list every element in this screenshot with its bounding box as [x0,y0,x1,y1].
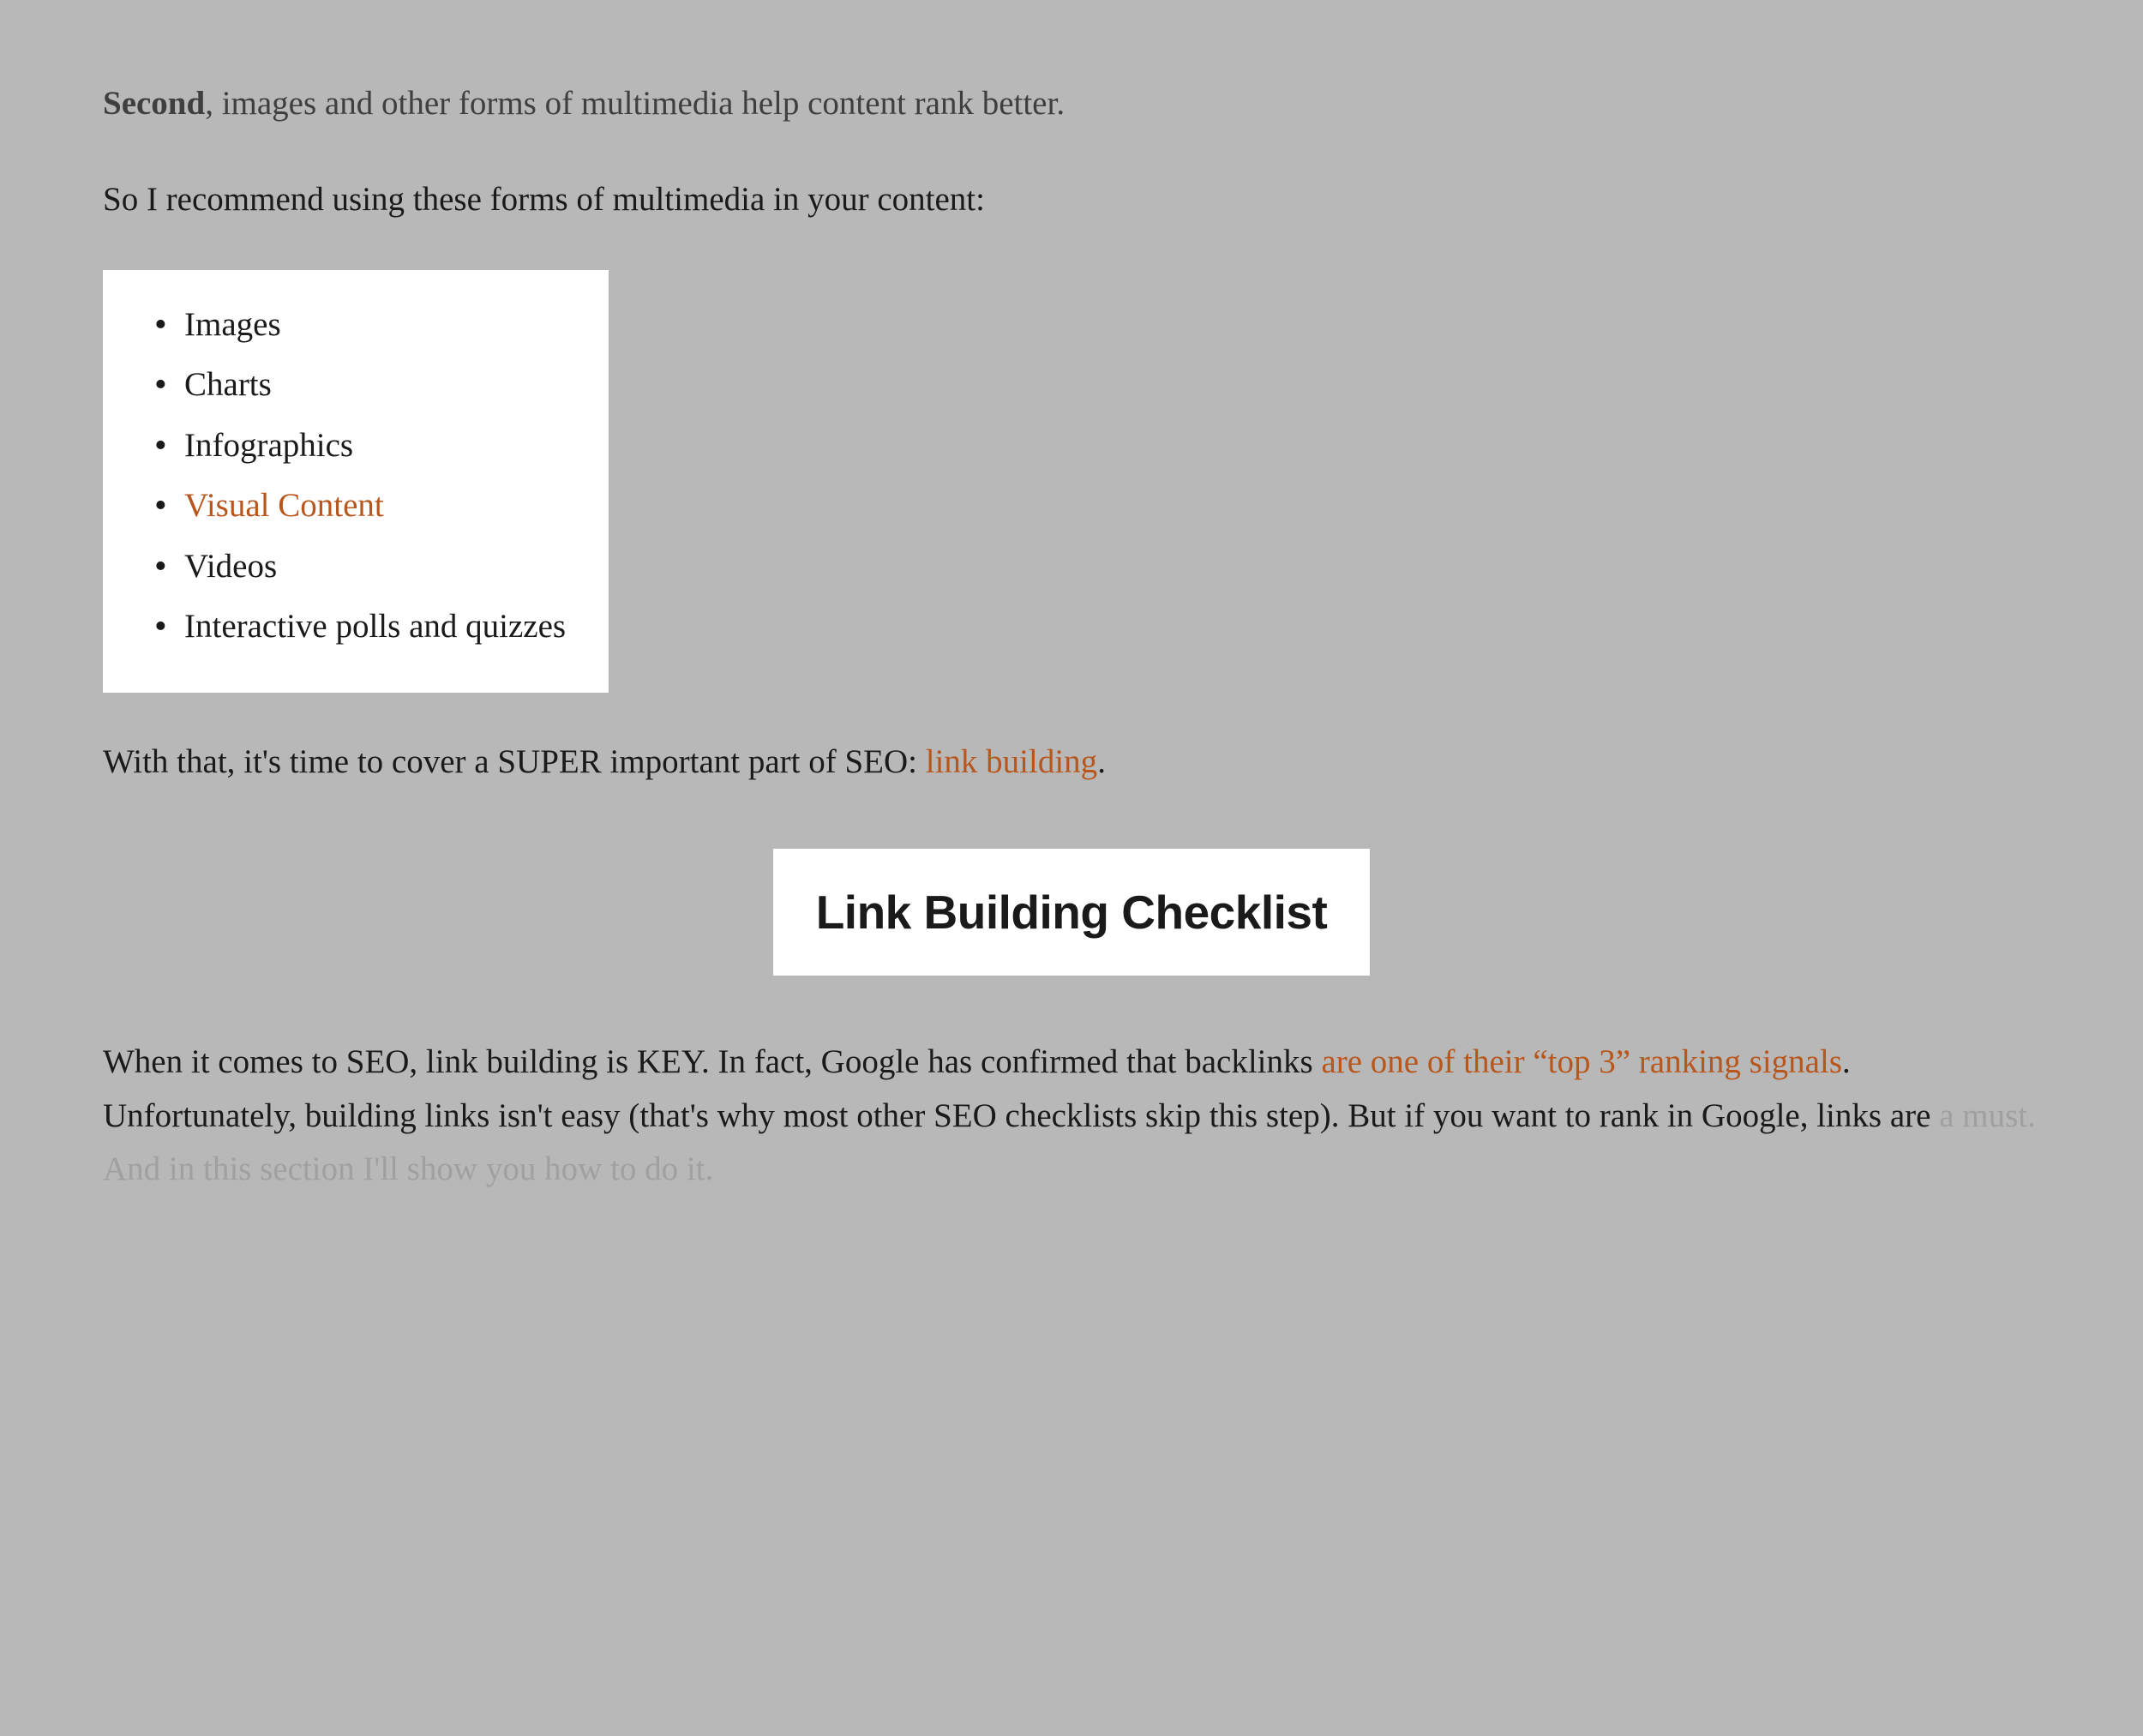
paragraph-with-that: With that, it's time to cover a SUPER im… [103,736,2040,789]
p3-after: . [1097,743,1106,780]
visual-content-link[interactable]: Visual Content [184,487,384,524]
list-item: Infographics [146,421,566,472]
multimedia-list-box: Images Charts Infographics Visual Conten… [103,270,609,693]
section-heading: Link Building Checklist [816,874,1328,950]
list-item: Images [146,300,566,351]
p1-rest: , images and other forms of multimedia h… [205,85,1065,122]
p4-part1: When it comes to SEO, link building is K… [103,1043,1321,1080]
list-item-text: Images [184,306,281,343]
list-item: Interactive polls and quizzes [146,602,566,652]
p3-before: With that, it's time to cover a SUPER im… [103,743,926,780]
paragraph-recommend: So I recommend using these forms of mult… [103,173,2040,226]
list-item-text: Charts [184,366,272,403]
list-item: Charts [146,360,566,411]
paragraph-second: Second, images and other forms of multim… [103,77,2040,130]
paragraph-link-building-intro: When it comes to SEO, link building is K… [103,1036,2040,1196]
multimedia-list: Images Charts Infographics Visual Conten… [146,300,566,652]
bold-second: Second [103,85,205,122]
link-building-link[interactable]: link building [926,743,1097,780]
list-item: Visual Content [146,481,566,532]
section-heading-box: Link Building Checklist [773,849,1371,976]
list-item-text: Infographics [184,427,353,464]
list-item: Videos [146,542,566,592]
list-item-text: Videos [184,548,277,585]
top3-ranking-link[interactable]: are one of their “top 3” ranking signals [1321,1043,1842,1080]
list-item-text: Interactive polls and quizzes [184,608,566,645]
